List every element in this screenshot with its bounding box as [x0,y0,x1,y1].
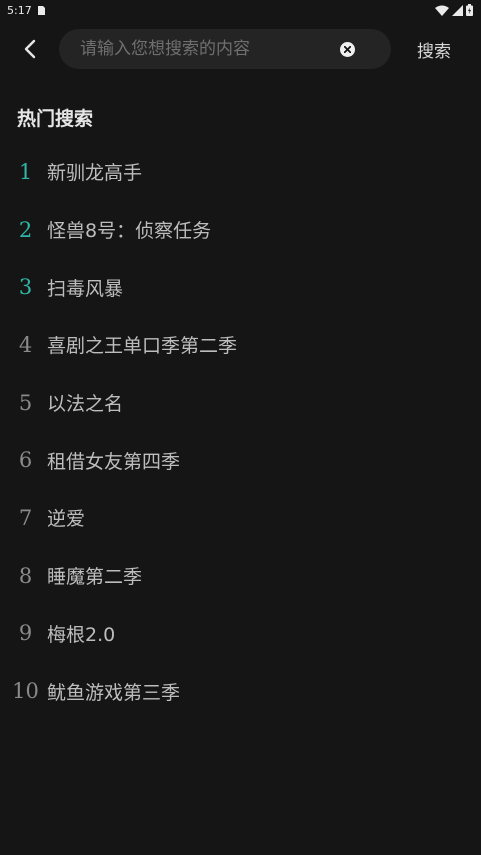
hot-search-title-text: 睡魔第二季 [47,566,143,589]
hot-search-item[interactable]: 6 租借女友第四季 [0,431,481,489]
hot-search-title-text: 新驯龙高手 [47,162,143,185]
status-left: 5:17 [7,4,45,17]
rank-number: 6 [18,448,33,473]
hot-search-item[interactable]: 5 以法之名 [0,374,481,432]
hot-search-list: 1 新驯龙高手 2 怪兽8号：侦察任务 3 扫毒风暴 4 喜剧之王单口季第二季 … [0,143,481,720]
hot-search-item[interactable]: 8 睡魔第二季 [0,547,481,605]
hot-search-item[interactable]: 7 逆爱 [0,489,481,547]
hot-search-title-text: 鱿鱼游戏第三季 [47,681,181,704]
search-box[interactable] [59,29,391,69]
rank-number: 2 [18,217,33,242]
hot-search-title: 热门搜索 [17,108,94,130]
hot-search-title-text: 以法之名 [47,393,124,416]
rank-number: 10 [12,679,39,704]
hot-search-item[interactable]: 3 扫毒风暴 [0,258,481,316]
sd-card-icon [37,5,45,15]
rank-number: 8 [18,563,33,588]
hot-search-title-text: 扫毒风暴 [47,277,124,300]
rank-number: 9 [18,621,33,646]
clear-button[interactable] [340,42,355,57]
hot-search-item[interactable]: 4 喜剧之王单口季第二季 [0,316,481,374]
rank-number: 1 [18,159,33,184]
hot-search-title-text: 逆爱 [47,508,86,531]
signal-icon [452,4,463,16]
rank-number: 3 [18,275,33,300]
search-header: 搜索 [0,28,481,70]
chevron-left-icon [24,39,36,59]
clear-icon [344,46,351,53]
status-bar: 5:17 [0,0,481,20]
hot-search-item[interactable]: 1 新驯龙高手 [0,143,481,201]
search-input[interactable] [80,39,330,59]
hot-search-item[interactable]: 10 鱿鱼游戏第三季 [0,662,481,720]
hot-search-title-text: 喜剧之王单口季第二季 [47,335,238,358]
rank-number: 4 [18,332,33,357]
rank-number: 7 [18,505,33,530]
search-button[interactable]: 搜索 [417,37,451,62]
back-button[interactable] [16,35,44,63]
hot-search-title-text: 怪兽8号：侦察任务 [47,220,212,243]
hot-search-title-text: 租借女友第四季 [47,450,181,473]
status-time: 5:17 [7,3,32,17]
battery-icon [466,4,473,16]
status-right [435,4,473,16]
wifi-icon [435,5,449,16]
rank-number: 5 [18,390,33,415]
hot-search-title-text: 梅根2.0 [47,623,116,646]
hot-search-item[interactable]: 9 梅根2.0 [0,605,481,663]
hot-search-item[interactable]: 2 怪兽8号：侦察任务 [0,201,481,259]
